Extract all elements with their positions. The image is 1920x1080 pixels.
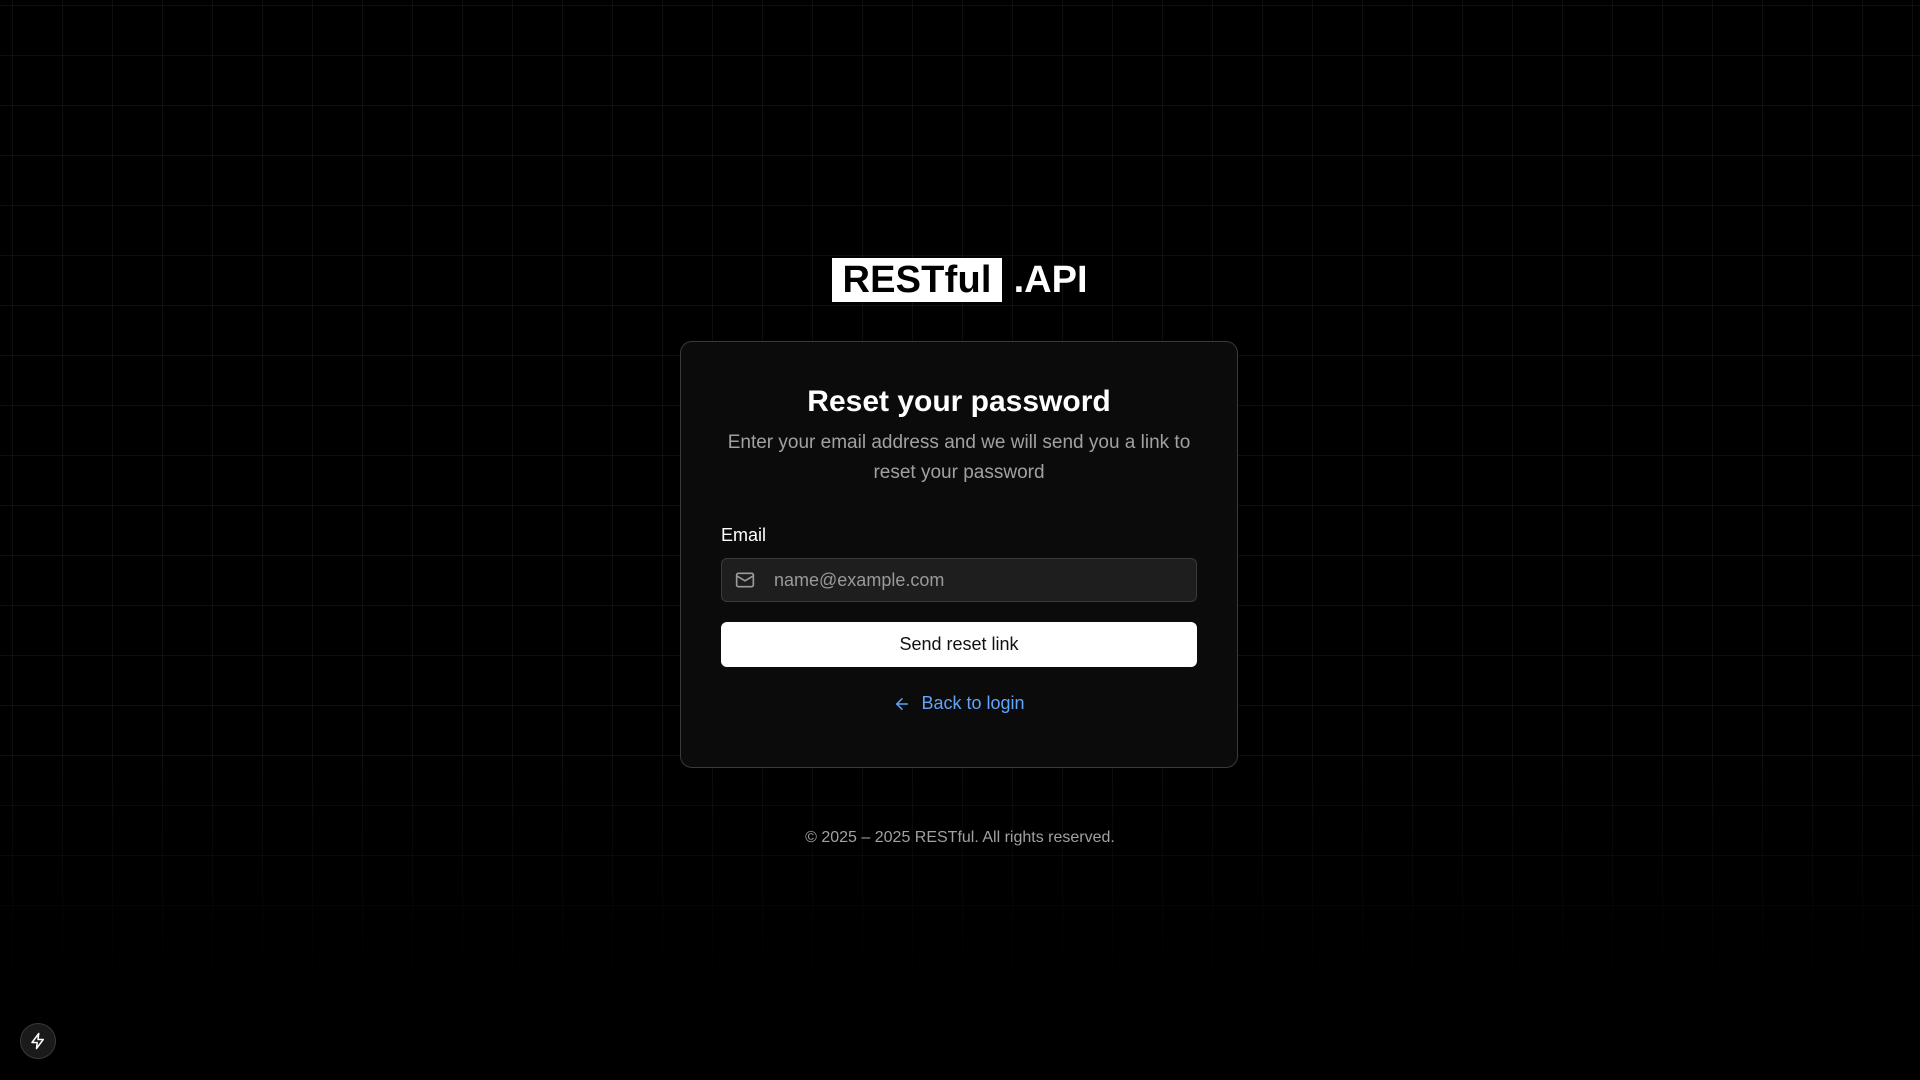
reset-password-card: Reset your password Enter your email add… bbox=[680, 341, 1238, 768]
lightning-bolt-icon bbox=[29, 1032, 47, 1050]
back-to-login-label: Back to login bbox=[921, 693, 1025, 713]
send-reset-link-button[interactable]: Send reset link bbox=[721, 622, 1197, 667]
footer-copyright: © 2025 – 2025 RESTful. All rights reserv… bbox=[805, 829, 1115, 846]
logo-badge: RESTful bbox=[832, 258, 1002, 302]
back-to-login-link[interactable]: Back to login bbox=[721, 693, 1197, 714]
email-input[interactable] bbox=[772, 559, 1196, 601]
email-label: Email bbox=[721, 525, 767, 545]
email-input-wrapper[interactable] bbox=[721, 558, 1197, 602]
corner-action-button[interactable] bbox=[20, 1023, 56, 1059]
mail-icon bbox=[734, 569, 756, 591]
arrow-left-icon bbox=[893, 695, 911, 713]
card-title: Reset your password bbox=[807, 385, 1111, 418]
page: RESTful .API Reset your password Enter y… bbox=[0, 0, 1920, 1080]
card-description: Enter your email address and we will sen… bbox=[727, 432, 1191, 483]
logo-suffix: .API bbox=[1013, 259, 1088, 301]
brand-logo: RESTful .API bbox=[0, 258, 1920, 302]
